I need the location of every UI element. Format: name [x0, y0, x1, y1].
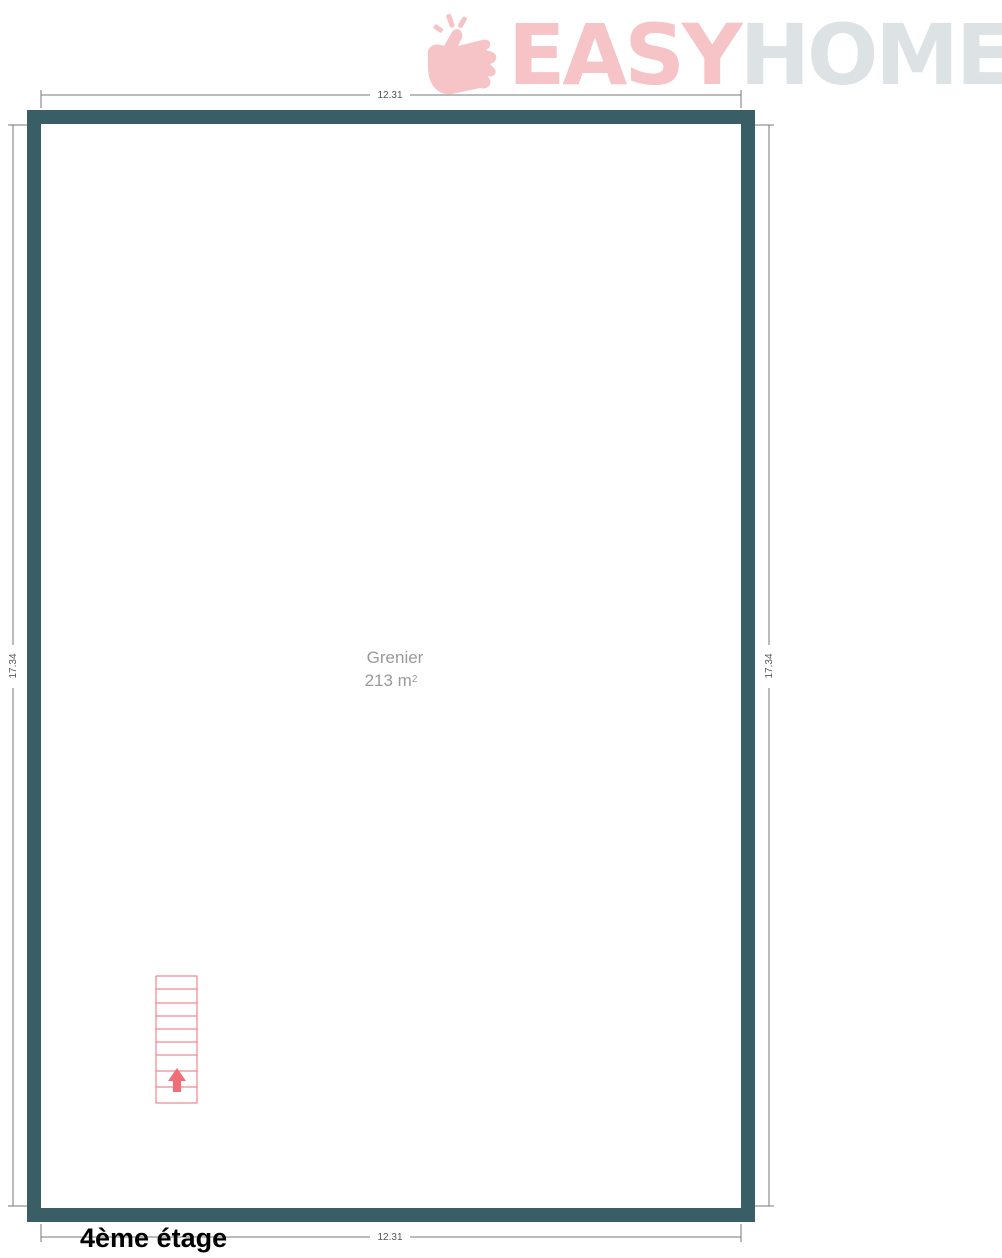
floor-plan: 12.31 12.31 17.34 17.34: [8, 90, 775, 1243]
room-area: 213 m2: [336, 670, 446, 692]
room-area-unit: 2: [411, 674, 418, 685]
dimension-top: 12.31: [377, 90, 402, 101]
room-name: Grenier: [366, 648, 424, 667]
dimension-left: 17.34: [8, 653, 19, 678]
floor-label: 4ème étage: [80, 1223, 228, 1253]
dimension-bottom: 12.31: [377, 1232, 402, 1243]
room-area-value: 213 m: [364, 671, 412, 690]
stairs-up-arrow-icon: [168, 1068, 186, 1092]
dimension-right: 17.34: [764, 653, 775, 678]
